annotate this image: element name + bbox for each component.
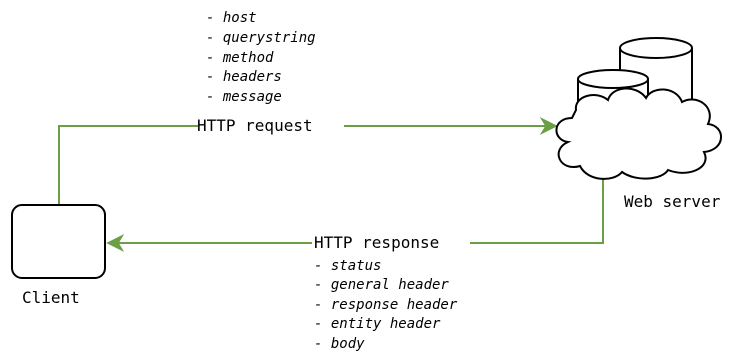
web-server-node: Web server <box>555 37 722 211</box>
request-item-5: - message <box>206 89 282 105</box>
response-item-1: - status <box>314 258 381 274</box>
response-item-5: - body <box>314 336 365 352</box>
http-request-line <box>58 126 556 205</box>
cloud-icon <box>555 87 722 180</box>
response-items-list: - status - general header - response hea… <box>314 258 458 352</box>
http-request-edge: HTTP request <box>58 116 556 205</box>
client-node: Client <box>11 204 106 307</box>
response-item-4: - entity header <box>314 316 441 332</box>
http-response-edge: HTTP response <box>108 178 604 252</box>
http-request-label: HTTP request <box>197 116 313 135</box>
diagram-canvas: HTTP request HTTP response Client Web se… <box>11 10 722 352</box>
request-items-list: - host - querystring - method - headers … <box>206 10 316 105</box>
response-item-2: - general header <box>314 277 449 293</box>
http-response-label: HTTP response <box>314 233 439 252</box>
web-server-label: Web server <box>624 192 721 211</box>
request-item-4: - headers <box>206 69 282 85</box>
http-diagram: HTTP request HTTP response Client Web se… <box>0 0 756 353</box>
client-label: Client <box>22 288 80 307</box>
client-box <box>11 204 106 279</box>
request-item-2: - querystring <box>206 30 316 46</box>
request-item-1: - host <box>206 10 257 26</box>
response-item-3: - response header <box>314 297 458 313</box>
request-item-3: - method <box>206 50 274 66</box>
